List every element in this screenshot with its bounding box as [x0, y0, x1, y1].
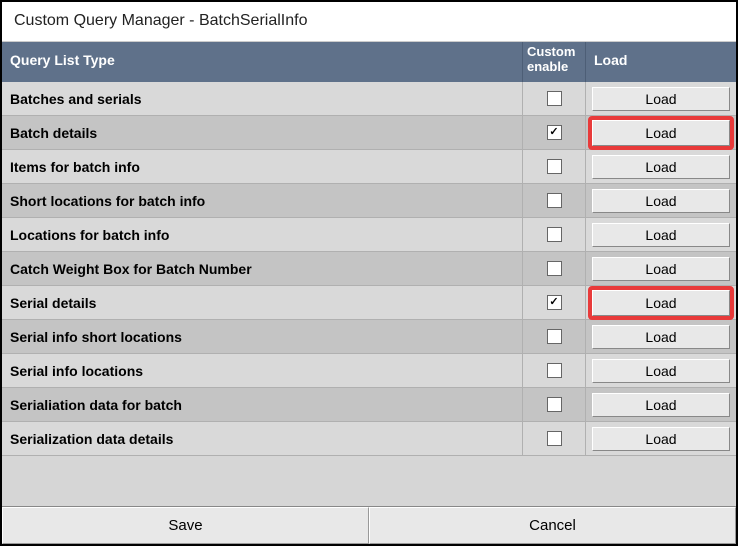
query-name-cell: Batches and serials — [2, 91, 522, 107]
load-button-highlight: Load — [588, 286, 734, 320]
custom-enable-checkbox[interactable]: ✓ — [547, 295, 562, 310]
load-cell: Load — [586, 218, 736, 251]
load-button-wrap: Load — [592, 85, 730, 113]
custom-enable-cell: ✓ — [522, 116, 586, 149]
table-row: Serial info short locations Load — [2, 320, 736, 354]
custom-query-manager-window: Custom Query Manager - BatchSerialInfo Q… — [0, 0, 738, 546]
custom-enable-cell — [522, 354, 586, 387]
load-button[interactable]: Load — [592, 257, 730, 281]
load-button[interactable]: Load — [592, 155, 730, 179]
custom-enable-checkbox[interactable] — [547, 397, 562, 412]
custom-enable-checkbox[interactable] — [547, 193, 562, 208]
query-name-cell: Serial info short locations — [2, 329, 522, 345]
table-row: Serial details ✓ Load — [2, 286, 736, 320]
custom-enable-cell — [522, 218, 586, 251]
load-button[interactable]: Load — [592, 120, 730, 146]
custom-enable-checkbox[interactable] — [547, 329, 562, 344]
load-cell: Load — [586, 82, 736, 115]
load-cell: Load — [586, 150, 736, 183]
load-cell: Load — [586, 252, 736, 285]
table-row: Serialiation data for batch Load — [2, 388, 736, 422]
custom-enable-cell — [522, 150, 586, 183]
load-button-wrap: Load — [592, 425, 730, 453]
load-button[interactable]: Load — [592, 359, 730, 383]
load-cell: Load — [586, 184, 736, 217]
header-load: Load — [586, 42, 736, 82]
query-name-cell: Serialization data details — [2, 431, 522, 447]
load-button[interactable]: Load — [592, 189, 730, 213]
custom-enable-cell — [522, 320, 586, 353]
load-button[interactable]: Load — [592, 325, 730, 349]
custom-enable-checkbox[interactable] — [547, 91, 562, 106]
query-name-cell: Items for batch info — [2, 159, 522, 175]
load-button-wrap: Load — [592, 255, 730, 283]
custom-enable-checkbox[interactable] — [547, 159, 562, 174]
custom-enable-cell — [522, 388, 586, 421]
load-button[interactable]: Load — [592, 87, 730, 111]
load-button-wrap: Load — [592, 391, 730, 419]
query-name-cell: Catch Weight Box for Batch Number — [2, 261, 522, 277]
table-row: Batch details ✓ Load — [2, 116, 736, 150]
load-button-wrap: Load — [592, 221, 730, 249]
custom-enable-checkbox[interactable] — [547, 261, 562, 276]
cancel-button[interactable]: Cancel — [369, 507, 736, 544]
load-button[interactable]: Load — [592, 393, 730, 417]
table-row: Serialization data details Load — [2, 422, 736, 456]
custom-enable-cell — [522, 422, 586, 455]
grid-empty-area — [2, 456, 736, 506]
query-name-cell: Serial details — [2, 295, 522, 311]
query-grid: Query List Type Custom enable Load Batch… — [2, 42, 736, 506]
table-row: Items for batch info Load — [2, 150, 736, 184]
load-cell: Load — [586, 320, 736, 353]
load-button-wrap: Load — [592, 357, 730, 385]
table-row: Serial info locations Load — [2, 354, 736, 388]
load-button[interactable]: Load — [592, 427, 730, 451]
custom-enable-checkbox[interactable] — [547, 431, 562, 446]
load-cell: Load — [586, 354, 736, 387]
custom-enable-cell — [522, 252, 586, 285]
grid-header: Query List Type Custom enable Load — [2, 42, 736, 82]
query-name-cell: Serialiation data for batch — [2, 397, 522, 413]
custom-enable-checkbox[interactable] — [547, 363, 562, 378]
table-row: Short locations for batch info Load — [2, 184, 736, 218]
header-custom-enable: Custom enable — [522, 42, 586, 82]
load-cell: Load — [586, 422, 736, 455]
window-title: Custom Query Manager - BatchSerialInfo — [2, 2, 736, 42]
query-name-cell: Serial info locations — [2, 363, 522, 379]
custom-enable-checkbox[interactable]: ✓ — [547, 125, 562, 140]
load-button-wrap: Load — [592, 323, 730, 351]
load-cell: Load — [586, 388, 736, 421]
custom-enable-checkbox[interactable] — [547, 227, 562, 242]
query-name-cell: Short locations for batch info — [2, 193, 522, 209]
custom-enable-cell — [522, 82, 586, 115]
load-button-wrap: Load — [592, 187, 730, 215]
query-name-cell: Batch details — [2, 125, 522, 141]
custom-enable-cell — [522, 184, 586, 217]
load-cell: Load — [586, 116, 736, 149]
load-cell: Load — [586, 286, 736, 319]
save-button[interactable]: Save — [2, 507, 369, 544]
load-button-highlight: Load — [588, 116, 734, 150]
header-query-list-type: Query List Type — [2, 42, 522, 82]
load-button[interactable]: Load — [592, 223, 730, 247]
query-name-cell: Locations for batch info — [2, 227, 522, 243]
load-button[interactable]: Load — [592, 290, 730, 316]
footer-buttons: Save Cancel — [2, 506, 736, 544]
table-row: Locations for batch info Load — [2, 218, 736, 252]
load-button-wrap: Load — [592, 153, 730, 181]
custom-enable-cell: ✓ — [522, 286, 586, 319]
table-row: Catch Weight Box for Batch Number Load — [2, 252, 736, 286]
table-row: Batches and serials Load — [2, 82, 736, 116]
